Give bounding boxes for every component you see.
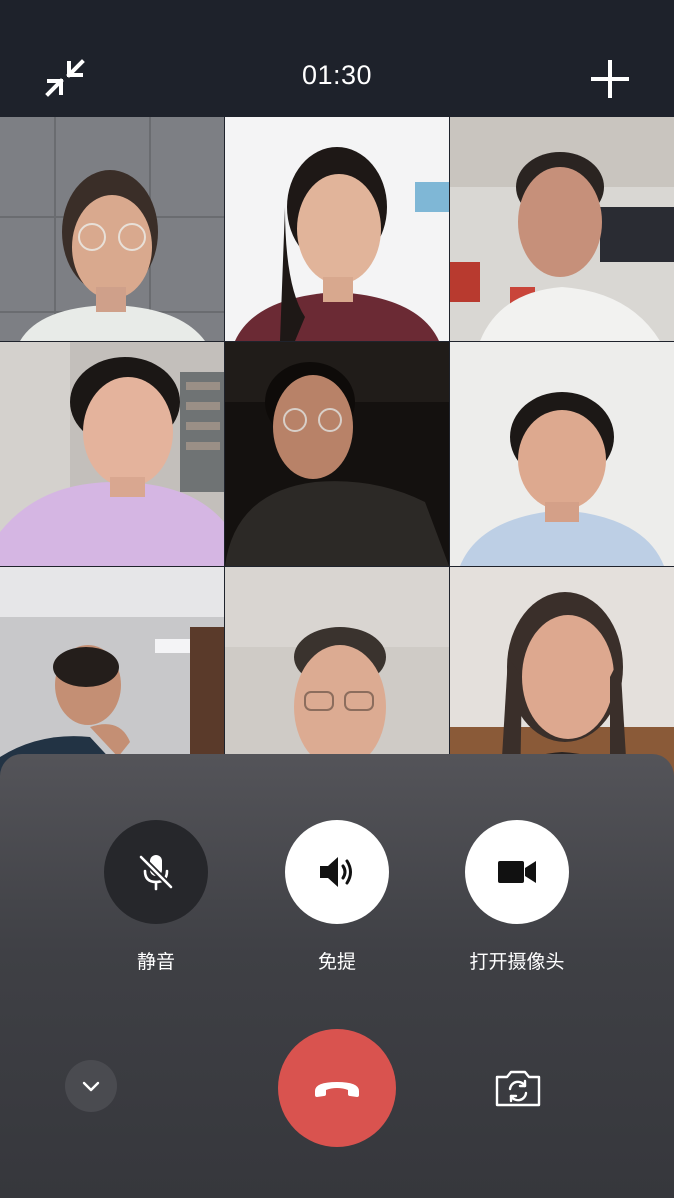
participant-video-tile[interactable] — [0, 342, 224, 566]
add-participant-button[interactable] — [585, 54, 635, 104]
speaker-button[interactable] — [285, 820, 389, 924]
hangup-button[interactable] — [278, 1029, 396, 1147]
participant-video-tile[interactable] — [225, 342, 449, 566]
camera-label: 打开摄像头 — [469, 952, 565, 973]
mute-button[interactable] — [104, 820, 208, 924]
participant-video — [0, 342, 224, 566]
phone-hangup-icon — [315, 1082, 359, 1097]
call-control-panel: 静音 免提 打开摄像头 — [0, 754, 674, 1198]
call-timer: 01:30 — [301, 60, 373, 90]
participant-video-tile[interactable] — [450, 342, 674, 566]
camera-button[interactable] — [465, 820, 569, 924]
video-call-screen: 01:30 静音 免提 打开摄像头 — [0, 0, 674, 1198]
participant-video-tile[interactable] — [0, 117, 224, 341]
participant-video-grid — [0, 117, 674, 792]
participant-video — [225, 342, 449, 566]
participant-video-tile[interactable] — [225, 117, 449, 341]
top-bar: 01:30 — [0, 0, 674, 117]
participant-video — [0, 117, 224, 341]
speaker-label: 免提 — [317, 952, 356, 973]
mute-label: 静音 — [136, 952, 175, 973]
participant-video — [450, 117, 674, 341]
plus-icon — [591, 60, 629, 98]
video-camera-icon — [498, 861, 536, 883]
collapse-panel-button[interactable] — [65, 1060, 117, 1112]
microphone-off-icon — [138, 854, 174, 891]
chevron-down-icon — [82, 1081, 100, 1092]
camera-flip-icon — [495, 1070, 541, 1107]
participant-video — [225, 117, 449, 341]
participant-video — [450, 342, 674, 566]
speaker-icon — [320, 857, 352, 887]
flip-camera-button[interactable] — [490, 1065, 546, 1111]
participant-video-tile[interactable] — [450, 117, 674, 341]
